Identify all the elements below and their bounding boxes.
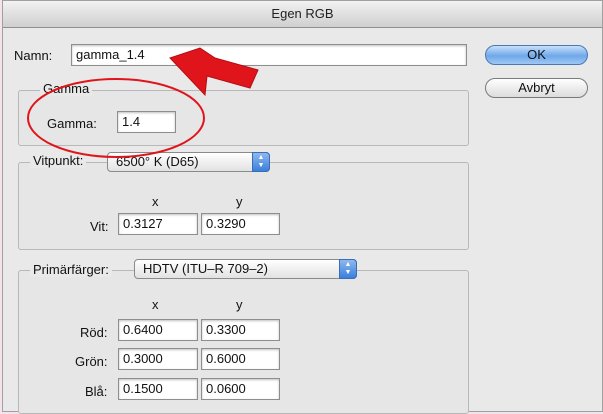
annotation-overlay	[27, 47, 259, 158]
highlight-ellipse	[27, 78, 205, 158]
red-arrow-icon	[169, 47, 259, 97]
